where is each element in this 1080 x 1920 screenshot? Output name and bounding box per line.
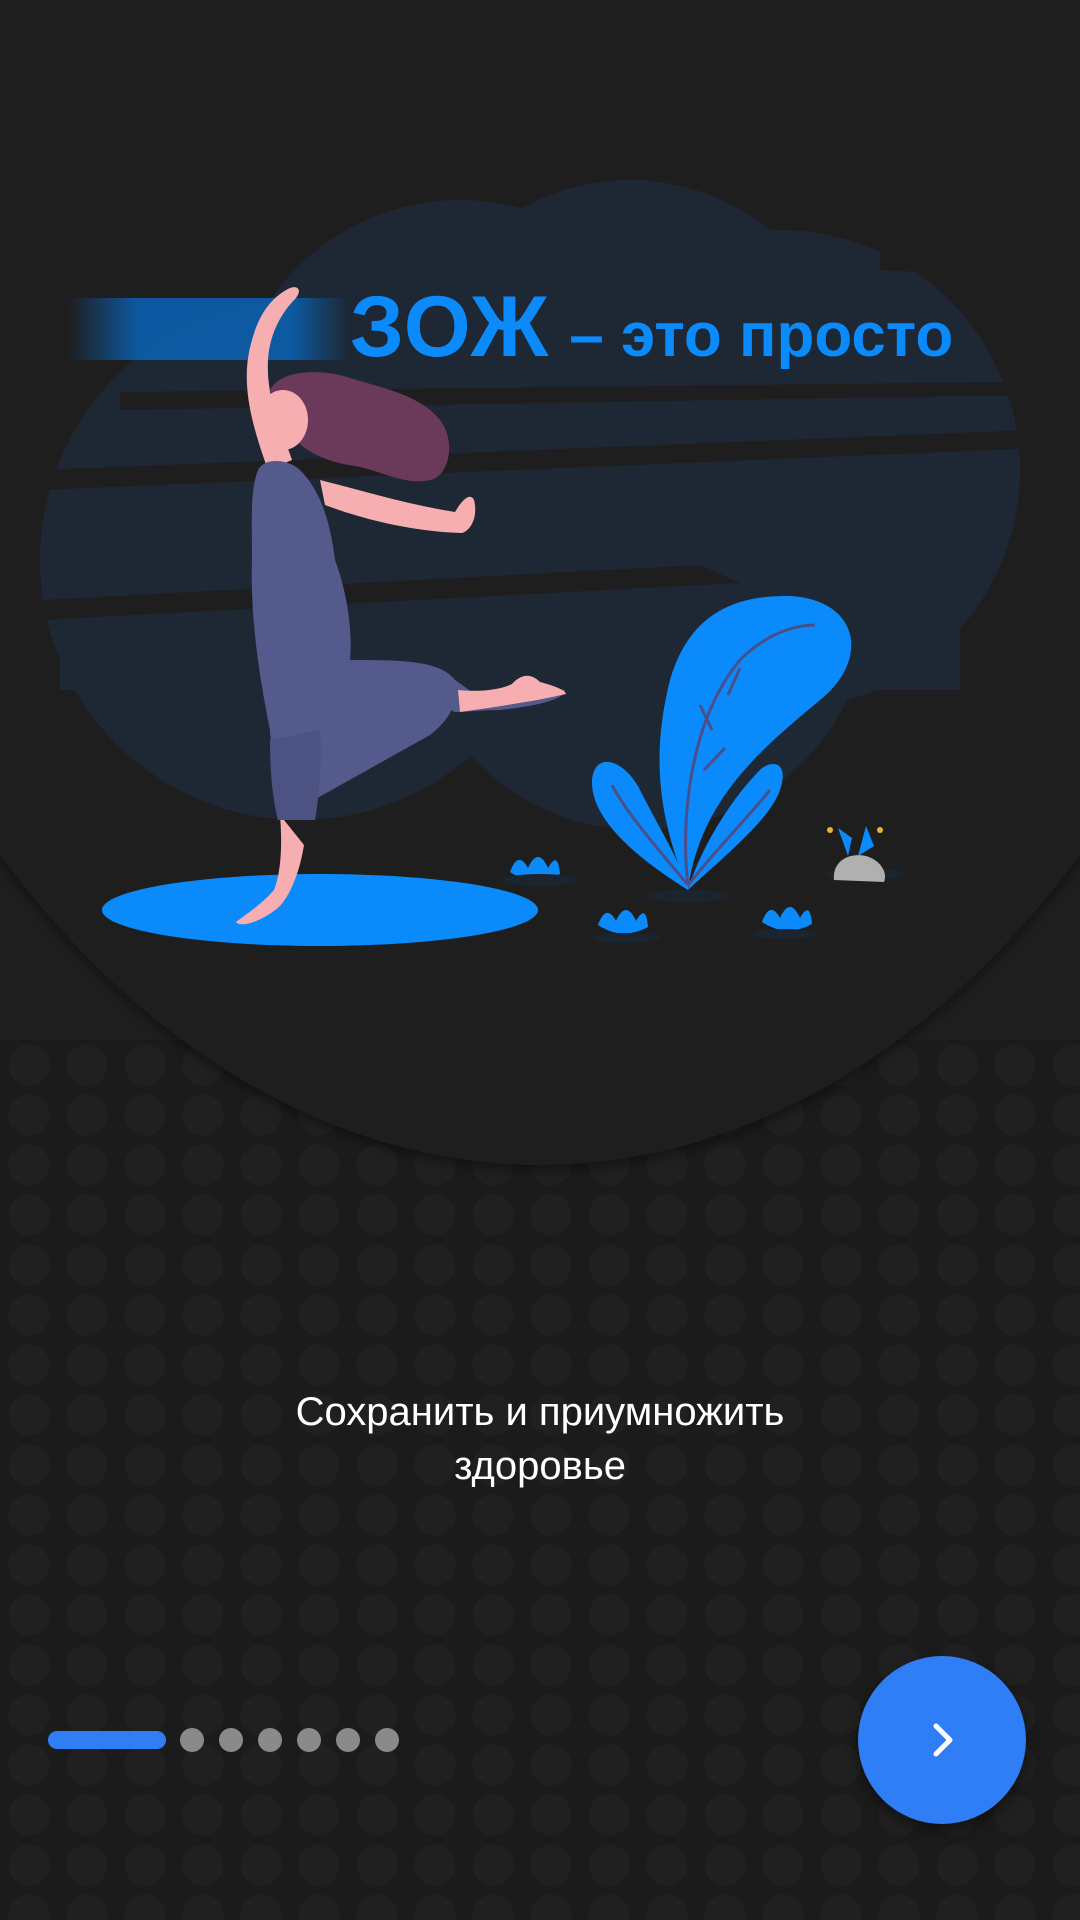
- page-indicator-dot: [219, 1728, 243, 1752]
- chevron-right-icon: [933, 1723, 953, 1757]
- dancing-woman-illustration: [40, 180, 1080, 946]
- page-indicator-dot: [336, 1728, 360, 1752]
- slogan-text: Сохранить и приумножить здоровье: [140, 1385, 940, 1493]
- headline-small: – это просто: [569, 301, 954, 370]
- ground-ellipse: [102, 874, 538, 946]
- rock: [827, 826, 886, 882]
- slogan-line-2: здоровье: [454, 1444, 626, 1488]
- slogan-line-1: Сохранить и приумножить: [295, 1390, 785, 1434]
- page-indicator-dot: [297, 1728, 321, 1752]
- page-indicator-dot: [258, 1728, 282, 1752]
- page-indicator-active: [48, 1731, 166, 1749]
- next-button[interactable]: [858, 1656, 1026, 1824]
- headline-streak: [68, 298, 348, 360]
- headline: ЗОЖ – это просто: [350, 278, 1070, 378]
- page-indicator-dot: [180, 1728, 204, 1752]
- headline-big: ЗОЖ: [350, 279, 550, 375]
- onboarding-screen: ЗОЖ – это просто Сохранить и приумножить …: [0, 0, 1080, 1920]
- page-indicator: [48, 1728, 414, 1752]
- page-indicator-dot: [375, 1728, 399, 1752]
